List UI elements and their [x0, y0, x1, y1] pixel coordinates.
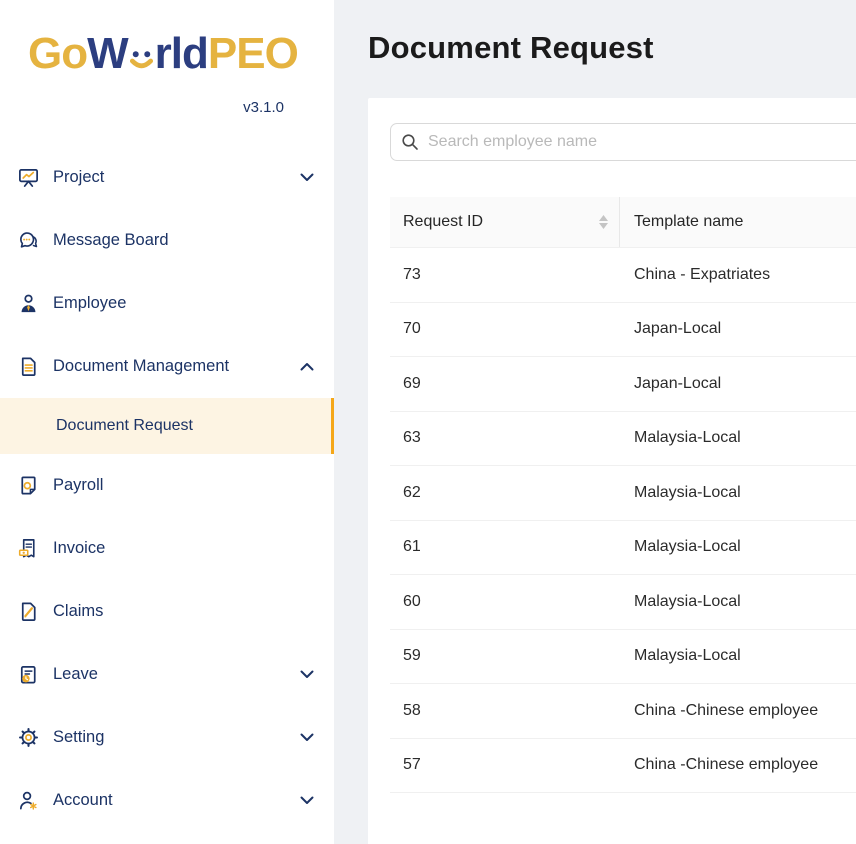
- request-id-cell: 69: [390, 375, 620, 393]
- column-header-template-name: Template name: [620, 197, 856, 247]
- app-version: v3.1.0: [243, 99, 284, 116]
- template-name-cell: Malaysia-Local: [620, 484, 856, 502]
- page-title: Document Request: [368, 30, 654, 66]
- sidebar: GoWrldPEO v3.1.0 Project Message Board E…: [0, 0, 334, 844]
- request-id-cell: 63: [390, 429, 620, 447]
- sort-carets-icon[interactable]: [599, 215, 608, 229]
- request-id-cell: 60: [390, 593, 620, 611]
- sidebar-nav: Project Message Board Employee Document …: [0, 146, 334, 832]
- leave-icon: [16, 663, 40, 687]
- sidebar-item-label: Message Board: [53, 231, 169, 250]
- table-row[interactable]: 70Japan-Local: [390, 303, 856, 358]
- table-body: 73China - Expatriates70Japan-Local69Japa…: [390, 248, 856, 793]
- table-header-row: Request ID Template name: [390, 197, 856, 248]
- logo-text-go: Go: [28, 29, 87, 79]
- template-name-cell: Japan-Local: [620, 320, 856, 338]
- template-name-cell: Japan-Local: [620, 375, 856, 393]
- content-card: Request ID Template name 73China - Expat…: [368, 98, 856, 844]
- logo-text-rld: rld: [155, 29, 208, 79]
- request-id-cell: 70: [390, 320, 620, 338]
- sidebar-item-setting[interactable]: Setting: [0, 706, 334, 769]
- sidebar-item-claims[interactable]: Claims: [0, 580, 334, 643]
- chat-bubbles-icon: [16, 229, 40, 253]
- table-row[interactable]: 60Malaysia-Local: [390, 575, 856, 630]
- template-name-cell: Malaysia-Local: [620, 647, 856, 665]
- sidebar-item-document-request[interactable]: Document Request: [0, 398, 334, 454]
- account-person-gear-icon: [16, 789, 40, 813]
- payroll-icon: [16, 474, 40, 498]
- request-id-cell: 73: [390, 266, 620, 284]
- invoice-icon: [16, 537, 40, 561]
- sidebar-item-message-board[interactable]: Message Board: [0, 209, 334, 272]
- template-name-cell: China - Expatriates: [620, 266, 856, 284]
- document-request-table: Request ID Template name 73China - Expat…: [390, 197, 856, 793]
- sidebar-item-label: Leave: [53, 665, 98, 684]
- request-id-cell: 61: [390, 538, 620, 556]
- request-id-cell: 57: [390, 756, 620, 774]
- chevron-down-icon: [300, 733, 314, 742]
- table-row[interactable]: 63Malaysia-Local: [390, 412, 856, 467]
- table-row[interactable]: 59Malaysia-Local: [390, 630, 856, 685]
- template-name-cell: Malaysia-Local: [620, 538, 856, 556]
- document-icon: [16, 355, 40, 379]
- sidebar-item-label: Employee: [53, 294, 126, 313]
- chevron-up-icon: [300, 362, 314, 371]
- column-header-request-id[interactable]: Request ID: [390, 197, 620, 247]
- sidebar-item-leave[interactable]: Leave: [0, 643, 334, 706]
- table-row[interactable]: 57China -Chinese employee: [390, 739, 856, 794]
- request-id-cell: 59: [390, 647, 620, 665]
- sidebar-item-label: Setting: [53, 728, 104, 747]
- request-id-cell: 62: [390, 484, 620, 502]
- sidebar-item-invoice[interactable]: Invoice: [0, 517, 334, 580]
- column-header-label: Request ID: [403, 213, 483, 231]
- sidebar-item-label: Invoice: [53, 539, 105, 558]
- app-logo: GoWrldPEO: [28, 26, 298, 82]
- table-row[interactable]: 69Japan-Local: [390, 357, 856, 412]
- table-row[interactable]: 61Malaysia-Local: [390, 521, 856, 576]
- sidebar-item-label: Project: [53, 168, 104, 187]
- column-header-label: Template name: [634, 213, 743, 231]
- sidebar-item-label: Document Management: [53, 357, 229, 376]
- setting-gear-icon: [16, 726, 40, 750]
- employee-icon: [16, 292, 40, 316]
- sidebar-item-account[interactable]: Account: [0, 769, 334, 832]
- logo-text-w: W: [87, 29, 128, 79]
- smiley-o-icon: [129, 46, 154, 76]
- template-name-cell: Malaysia-Local: [620, 593, 856, 611]
- main-content: Document Request Request ID Template nam…: [334, 0, 856, 844]
- request-id-cell: 58: [390, 702, 620, 720]
- chevron-down-icon: [300, 670, 314, 679]
- chevron-down-icon: [300, 796, 314, 805]
- sidebar-item-employee[interactable]: Employee: [0, 272, 334, 335]
- sidebar-item-label: Payroll: [53, 476, 103, 495]
- claims-icon: [16, 600, 40, 624]
- search-icon: [401, 133, 419, 156]
- logo-text-peo: PEO: [208, 29, 298, 79]
- sidebar-item-project[interactable]: Project: [0, 146, 334, 209]
- sidebar-item-payroll[interactable]: Payroll: [0, 454, 334, 517]
- presentation-chart-icon: [16, 166, 40, 190]
- sidebar-item-label: Claims: [53, 602, 103, 621]
- template-name-cell: Malaysia-Local: [620, 429, 856, 447]
- template-name-cell: China -Chinese employee: [620, 756, 856, 774]
- table-row[interactable]: 62Malaysia-Local: [390, 466, 856, 521]
- search-input[interactable]: [390, 123, 856, 161]
- sidebar-item-label: Document Request: [56, 417, 193, 435]
- sidebar-item-label: Account: [53, 791, 113, 810]
- template-name-cell: China -Chinese employee: [620, 702, 856, 720]
- search-box: [390, 123, 856, 161]
- table-row[interactable]: 58China -Chinese employee: [390, 684, 856, 739]
- sidebar-item-document-management[interactable]: Document Management: [0, 335, 334, 398]
- chevron-down-icon: [300, 173, 314, 182]
- table-row[interactable]: 73China - Expatriates: [390, 248, 856, 303]
